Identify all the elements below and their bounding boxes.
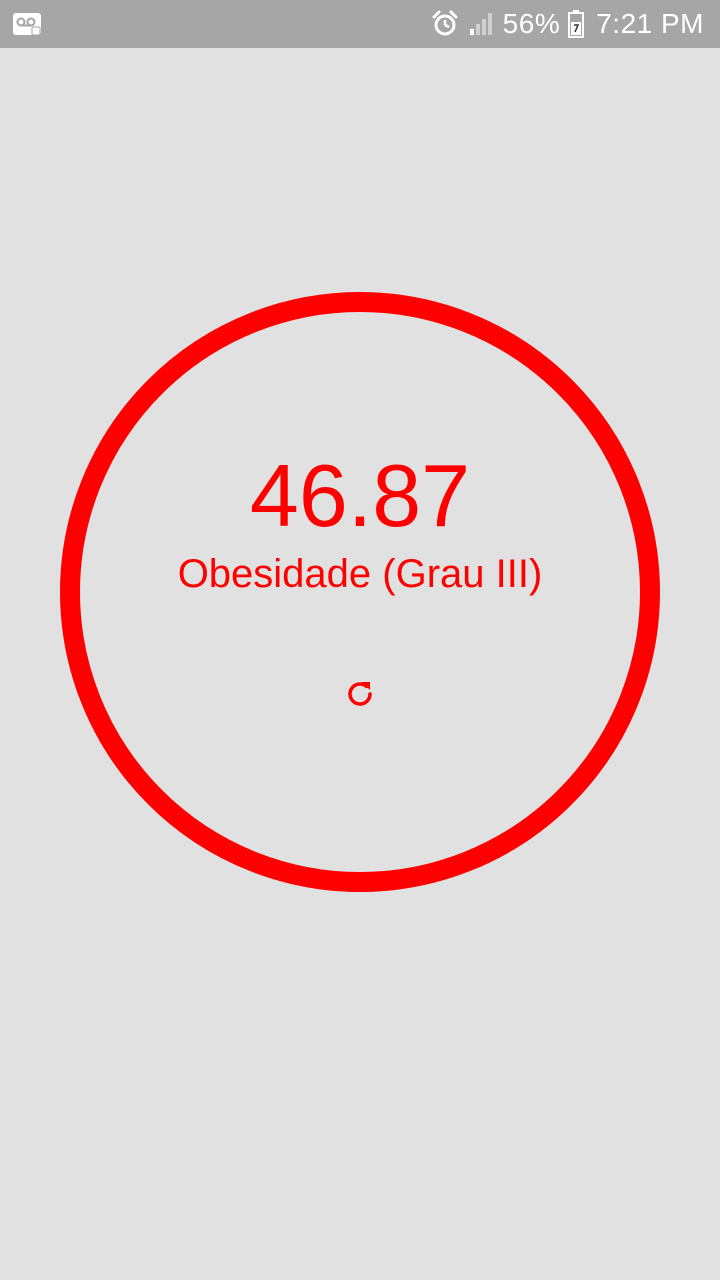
bmi-value: 46.87 bbox=[249, 446, 471, 545]
voicemail-icon bbox=[13, 13, 41, 36]
alarm-icon bbox=[432, 10, 458, 36]
battery-icon bbox=[568, 10, 585, 38]
reset-button[interactable] bbox=[336, 670, 384, 718]
status-bar: 56% 7:21 PM bbox=[0, 0, 720, 48]
refresh-icon bbox=[348, 682, 372, 706]
result-screen: 46.87 Obesidade (Grau III) bbox=[0, 48, 720, 1280]
signal-icon bbox=[469, 13, 492, 35]
bmi-classification: Obesidade (Grau III) bbox=[177, 552, 543, 596]
clock: 7:21 PM bbox=[596, 8, 704, 39]
battery-percent: 56% bbox=[502, 8, 561, 39]
